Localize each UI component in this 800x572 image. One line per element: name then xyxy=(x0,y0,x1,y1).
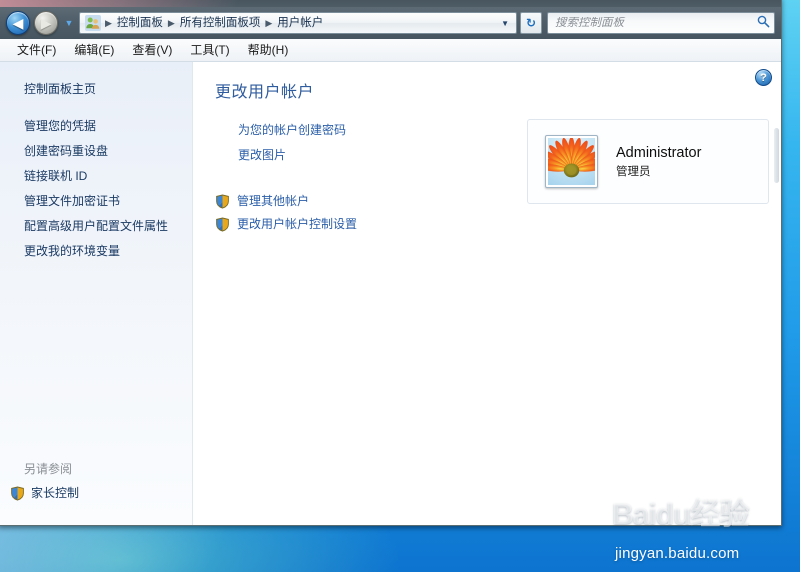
breadcrumb-item-user-accounts[interactable]: 用户帐户 xyxy=(274,15,326,32)
chevron-down-icon: ▼ xyxy=(64,18,74,28)
menu-help[interactable]: 帮助(H) xyxy=(239,40,298,60)
account-info: Administrator 管理员 xyxy=(616,143,701,180)
sidebar-item-configure-advanced-user-profile[interactable]: 配置高级用户配置文件属性 xyxy=(0,214,192,239)
link-change-uac-settings[interactable]: 更改用户帐户控制设置 xyxy=(215,213,357,236)
navigation-sidebar: 控制面板主页 管理您的凭据 创建密码重设盘 链接联机 ID 管理文件加密证书 配… xyxy=(0,62,193,525)
menu-edit[interactable]: 编辑(E) xyxy=(65,40,123,60)
see-also-item-parental-controls[interactable]: 家长控制 xyxy=(0,483,192,503)
breadcrumb-separator-2: ▶ xyxy=(265,17,273,28)
see-also-section: 另请参阅 家长控制 xyxy=(0,461,192,503)
menu-tools[interactable]: 工具(T) xyxy=(181,40,238,60)
titlebar-glass-tint xyxy=(0,0,238,7)
shield-icon xyxy=(10,486,25,501)
help-icon[interactable]: ? xyxy=(755,69,772,86)
page-title: 更改用户帐户 xyxy=(215,84,315,101)
link-label: 管理其他帐户 xyxy=(237,194,310,208)
menu-file[interactable]: 文件(F) xyxy=(8,40,65,60)
breadcrumb-item-control-panel[interactable]: 控制面板 xyxy=(114,15,166,32)
sidebar-item-control-panel-home[interactable]: 控制面板主页 xyxy=(0,78,192,101)
breadcrumb-separator-1: ▶ xyxy=(167,17,175,28)
account-name: Administrator xyxy=(616,145,702,161)
back-button[interactable]: ◀ xyxy=(6,11,30,35)
link-create-password[interactable]: 为您的帐户创建密码 xyxy=(238,118,346,143)
avatar[interactable] xyxy=(545,135,598,188)
breadcrumb-item-all-items[interactable]: 所有控制面板项 xyxy=(177,15,264,32)
account-role: 管理员 xyxy=(616,166,651,178)
window-body: 控制面板主页 管理您的凭据 创建密码重设盘 链接联机 ID 管理文件加密证书 配… xyxy=(0,62,781,525)
forward-arrow-icon: ▶ xyxy=(40,15,52,31)
user-accounts-icon xyxy=(85,15,101,31)
address-bar: ◀ ▶ ▼ ▶ 控制面板 ▶ 所有控制面板项 ▶ 用户帐户 ▼ ↻ 搜索控制面板 xyxy=(0,7,781,39)
see-also-label: 家长控制 xyxy=(31,486,80,500)
shield-icon xyxy=(215,194,230,209)
link-change-picture[interactable]: 更改图片 xyxy=(238,143,346,168)
breadcrumb-dropdown-icon[interactable]: ▼ xyxy=(496,19,514,28)
recent-pages-dropdown-button[interactable]: ▼ xyxy=(61,12,77,34)
flower-avatar-icon xyxy=(548,138,595,185)
see-also-list: 家长控制 xyxy=(0,483,192,503)
breadcrumb-address-field[interactable]: ▶ 控制面板 ▶ 所有控制面板项 ▶ 用户帐户 ▼ xyxy=(79,12,517,34)
primary-task-links: 为您的帐户创建密码 更改图片 xyxy=(238,118,346,168)
breadcrumb-separator-0: ▶ xyxy=(105,17,112,28)
link-manage-other-accounts[interactable]: 管理其他帐户 xyxy=(215,190,357,213)
elevated-task-links: 管理其他帐户 更改用户帐户控制设置 xyxy=(215,190,357,236)
shield-icon xyxy=(215,217,230,232)
menu-view[interactable]: 查看(V) xyxy=(123,40,181,60)
content-pane: ? 更改用户帐户 为您的帐户创建密码 更改图片 管理其他帐户 更改用户帐户控制设… xyxy=(193,62,781,525)
breadcrumb: ▶ 控制面板 ▶ 所有控制面板项 ▶ 用户帐户 xyxy=(103,15,496,32)
refresh-button[interactable]: ↻ xyxy=(520,12,542,34)
refresh-icon: ↻ xyxy=(525,16,537,30)
sidebar-item-change-environment-variables[interactable]: 更改我的环境变量 xyxy=(0,239,192,264)
search-input[interactable] xyxy=(555,17,757,29)
search-icon xyxy=(757,15,770,31)
menu-bar: 文件(F) 编辑(E) 查看(V) 工具(T) 帮助(H) xyxy=(0,39,781,62)
link-label: 更改用户帐户控制设置 xyxy=(237,217,358,231)
vertical-scrollbar[interactable] xyxy=(774,128,779,183)
sidebar-item-manage-credentials[interactable]: 管理您的凭据 xyxy=(0,114,192,139)
sidebar-task-links: 管理您的凭据 创建密码重设盘 链接联机 ID 管理文件加密证书 配置高级用户配置… xyxy=(0,114,192,264)
explorer-window: ◀ ▶ ▼ ▶ 控制面板 ▶ 所有控制面板项 ▶ 用户帐户 ▼ ↻ 搜索控制面板… xyxy=(0,0,782,526)
sidebar-item-manage-file-encryption-certificates[interactable]: 管理文件加密证书 xyxy=(0,189,192,214)
back-arrow-icon: ◀ xyxy=(12,15,24,31)
sidebar-item-create-password-reset-disk[interactable]: 创建密码重设盘 xyxy=(0,139,192,164)
current-account-tile[interactable]: Administrator 管理员 xyxy=(527,119,769,204)
forward-button[interactable]: ▶ xyxy=(34,11,58,35)
sidebar-item-link-online-id[interactable]: 链接联机 ID xyxy=(0,164,192,189)
search-box[interactable] xyxy=(547,12,775,34)
window-titlebar-strip xyxy=(0,0,781,7)
watermark-url: jingyan.baidu.com xyxy=(615,545,740,562)
see-also-heading: 另请参阅 xyxy=(24,462,73,476)
